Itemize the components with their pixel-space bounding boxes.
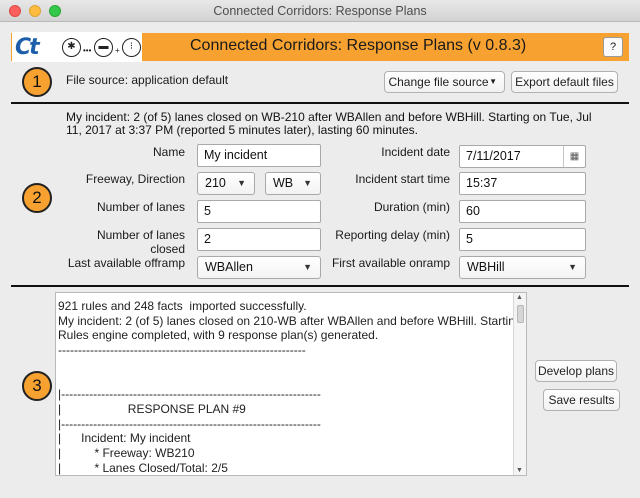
lanes-closed-field[interactable]: 2: [197, 228, 321, 251]
name-label: Name: [152, 145, 185, 159]
help-button[interactable]: ?: [603, 37, 623, 57]
dots-divider: •••: [83, 46, 92, 55]
number-of-lanes-field[interactable]: 5: [197, 200, 321, 223]
step-3-badge: 3: [22, 371, 52, 401]
incident-summary: My incident: 2 (of 5) lanes closed on WB…: [66, 110, 592, 137]
freeway-select[interactable]: 210 ▼: [197, 172, 255, 195]
direction-select[interactable]: WB ▼: [265, 172, 321, 195]
chevron-down-icon: ▼: [303, 262, 312, 272]
dropdown-arrow-icon: ▼: [489, 77, 497, 86]
direction-value: WB: [273, 176, 294, 190]
traffic-signal-icon: ⁝: [122, 38, 141, 57]
logo-block: Ct ✱ ••• ▬ + ⁝: [12, 32, 142, 62]
window-title: Connected Corridors: Response Plans: [213, 4, 427, 18]
section-divider-2: [11, 285, 629, 287]
reporting-delay-label: Reporting delay (min): [335, 228, 450, 242]
save-results-button[interactable]: Save results: [543, 389, 620, 411]
onramp-label: First available onramp: [331, 256, 450, 270]
onramp-value: WBHill: [467, 260, 505, 274]
change-file-source-button[interactable]: Change file source ▼: [384, 71, 505, 93]
step-2-badge: 2: [22, 183, 52, 213]
chevron-down-icon: ▼: [237, 178, 246, 188]
freeway-value: 210: [205, 176, 226, 190]
calendar-icon[interactable]: ▦: [563, 146, 585, 167]
scroll-up-icon[interactable]: ▲: [516, 294, 523, 301]
export-default-files-button[interactable]: Export default files: [511, 71, 618, 93]
incident-date-label: Incident date: [381, 145, 450, 159]
develop-plans-button[interactable]: Develop plans: [535, 360, 617, 382]
lanes-closed-label: Number of lanes closed: [96, 228, 185, 256]
accident-icon: ✱: [62, 38, 81, 57]
onramp-select[interactable]: WBHill ▼: [459, 256, 586, 279]
offramp-label: Last available offramp: [67, 256, 185, 270]
chevron-down-icon: ▼: [568, 262, 577, 272]
incident-date-value: 7/11/2017: [466, 149, 521, 163]
incident-start-time-field[interactable]: 15:37: [459, 172, 586, 195]
caltrans-logo: Ct: [15, 35, 40, 60]
duration-label: Duration (min): [373, 200, 450, 214]
name-field[interactable]: My incident: [197, 144, 321, 167]
number-of-lanes-label: Number of lanes: [96, 200, 185, 214]
page-title: Connected Corridors: Response Plans (v 0…: [190, 37, 527, 54]
output-log-text: 921 rules and 248 facts imported success…: [58, 299, 526, 475]
output-scrollbar[interactable]: ▲ ▼: [513, 293, 526, 475]
change-file-source-label: Change file source: [388, 75, 489, 89]
scroll-thumb[interactable]: [517, 305, 524, 323]
freeway-direction-label: Freeway, Direction: [85, 172, 185, 186]
chevron-down-icon: ▼: [303, 178, 312, 188]
offramp-select[interactable]: WBAllen ▼: [197, 256, 321, 279]
vehicles-icon: ▬: [94, 38, 113, 57]
duration-field[interactable]: 60: [459, 200, 586, 223]
section-divider-1: [11, 102, 629, 104]
file-source-label: File source: application default: [66, 73, 229, 87]
offramp-value: WBAllen: [205, 260, 253, 274]
step-1-badge: 1: [22, 67, 52, 97]
window-titlebar: Connected Corridors: Response Plans: [0, 0, 640, 22]
plus-divider: +: [115, 46, 120, 55]
scroll-down-icon[interactable]: ▼: [516, 467, 523, 474]
incident-start-time-label: Incident start time: [355, 172, 450, 186]
incident-date-picker[interactable]: 7/11/2017 ▦: [459, 145, 586, 168]
reporting-delay-field[interactable]: 5: [459, 228, 586, 251]
output-log[interactable]: 921 rules and 248 facts imported success…: [55, 292, 527, 476]
